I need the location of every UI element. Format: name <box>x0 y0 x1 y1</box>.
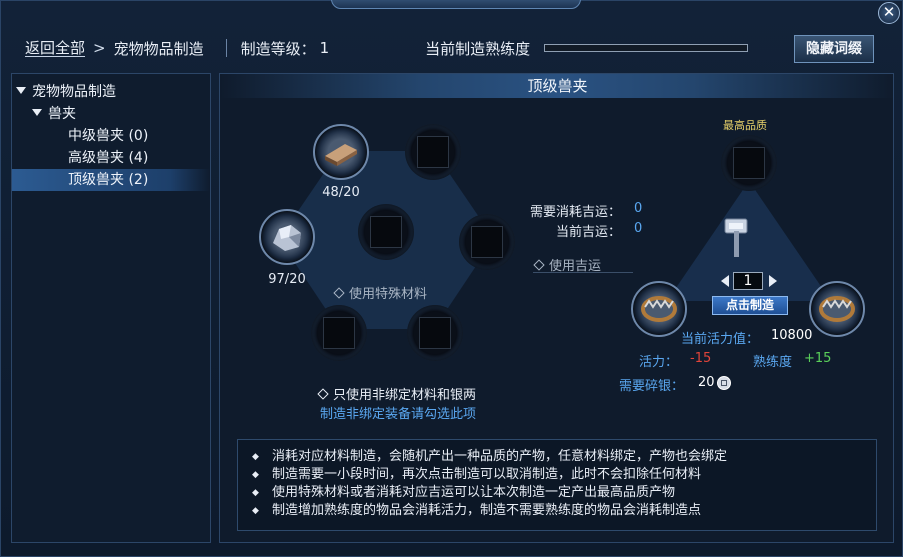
proficiency-gain-label: 熟练度 <box>753 355 793 370</box>
note-line: 制造增加熟练度的物品会消耗活力，制造不需要熟练度的物品会消耗制造点 <box>252 502 876 520</box>
vitality-label: 当前活力值： <box>681 332 760 347</box>
empty-slot <box>471 226 503 258</box>
special-material-slot[interactable] <box>358 204 414 260</box>
tree-item-mid-trap[interactable]: 中级兽夹 (0) <box>68 125 148 147</box>
breadcrumb-separator-icon: > <box>93 39 106 57</box>
expand-arrow-icon <box>16 87 26 94</box>
crafting-window: ✕ 返回全部 > 宠物物品制造 制造等级： 1 当前制造熟练度 隐藏词缀 宠物物… <box>0 0 903 557</box>
recipe-title: 顶级兽夹 <box>220 74 895 98</box>
ingot-icon <box>325 144 357 166</box>
silver-coin-icon <box>717 376 731 390</box>
tree-item-label: 高级兽夹 (4) <box>68 150 149 166</box>
silver-cost-label: 需要碎银： <box>619 379 685 394</box>
material-slot-ore[interactable] <box>259 209 315 265</box>
crafting-notes: 消耗对应材料制造，会随机产出一种品质的产物，任意材料绑定，产物也会绑定 制造需要… <box>237 439 877 531</box>
material-slot-ingot[interactable] <box>313 124 369 180</box>
craft-button[interactable]: 点击制造 <box>712 296 788 315</box>
unbound-hint: 制造非绑定装备请勾选此项 <box>320 407 477 422</box>
tree-item-high-trap[interactable]: 高级兽夹 (4) <box>68 147 148 169</box>
best-quality-label: 最高品质 <box>723 119 767 132</box>
hammer-icon <box>724 218 748 257</box>
material-count-ingot: 48/20 <box>322 185 360 200</box>
quantity-input[interactable]: 1 <box>733 272 763 290</box>
note-line: 消耗对应材料制造，会随机产出一种品质的产物，任意材料绑定，产物也会绑定 <box>252 448 876 466</box>
luck-consume-label: 需要消耗吉运： <box>529 205 621 220</box>
breadcrumb-current: 宠物物品制造 <box>113 39 204 58</box>
tree-item-pet-crafting[interactable]: 宠物物品制造 <box>16 81 116 103</box>
ore-icon <box>273 225 301 251</box>
trap-preview-left <box>631 281 687 337</box>
note-line: 使用特殊材料或者消耗对应吉运可以让本次制造一定产出最高品质产物 <box>252 484 876 502</box>
empty-slot <box>417 136 449 168</box>
tree-item-label: 兽夹 <box>48 106 76 122</box>
proficiency-label: 当前制造熟练度 <box>425 39 531 58</box>
vitality-value: 10800 <box>771 328 813 343</box>
tree-item-label: 顶级兽夹 (2) <box>68 172 149 188</box>
special-material-checkbox[interactable]: 使用特殊材料 <box>333 283 428 302</box>
checkbox-diamond-icon <box>333 287 345 299</box>
close-icon: ✕ <box>882 3 896 21</box>
empty-slot <box>419 317 451 349</box>
energy-cost-label: 活力： <box>639 355 679 370</box>
checkbox-diamond-icon <box>533 259 545 271</box>
special-material-label: 使用特殊材料 <box>349 287 428 302</box>
tree-item-label: 中级兽夹 (0) <box>68 128 149 144</box>
trap-preview-right <box>809 281 865 337</box>
expand-arrow-icon <box>32 109 42 116</box>
trap-icon <box>641 296 677 322</box>
material-count-ore: 97/20 <box>268 272 306 287</box>
recipe-tree: 宠物物品制造 兽夹 中级兽夹 (0) 高级兽夹 (4) 顶级兽夹 (2) <box>11 73 211 543</box>
tree-item-trap[interactable]: 兽夹 <box>32 103 76 125</box>
proficiency-bar <box>544 44 749 52</box>
quantity-decrease-button[interactable] <box>721 275 729 287</box>
silver-cost-value: 20 <box>698 375 715 390</box>
craft-level-value: 1 <box>319 39 330 57</box>
proficiency-gain-value: +15 <box>804 351 832 366</box>
close-button[interactable]: ✕ <box>878 2 900 24</box>
tree-item-label: 宠物物品制造 <box>32 84 116 100</box>
luck-current-label: 当前吉运： <box>555 225 621 240</box>
result-item[interactable] <box>717 213 757 261</box>
material-slot-empty[interactable] <box>407 305 463 361</box>
window-title-tab <box>331 0 581 9</box>
energy-cost-value: -15 <box>690 351 712 366</box>
checkbox-diamond-icon <box>317 388 329 400</box>
empty-slot <box>733 147 765 179</box>
empty-slot <box>370 216 402 248</box>
quantity-increase-button[interactable] <box>769 275 777 287</box>
back-to-all-link[interactable]: 返回全部 <box>25 40 86 57</box>
note-line: 制造需要一小段时间，再次点击制造可以取消制造，此时不会扣除任何材料 <box>252 466 876 484</box>
tree-item-top-trap[interactable]: 顶级兽夹 (2) <box>12 169 210 191</box>
craft-level-label: 制造等级： <box>240 39 316 58</box>
top-bar: 返回全部 > 宠物物品制造 制造等级： 1 当前制造熟练度 <box>11 31 894 65</box>
empty-slot <box>323 317 355 349</box>
hide-affix-button[interactable]: 隐藏词缀 <box>794 35 874 63</box>
material-slot-empty[interactable] <box>405 124 461 180</box>
divider <box>533 272 633 273</box>
unbound-only-label: 只使用非绑定材料和银两 <box>333 388 477 403</box>
trap-icon <box>819 296 855 322</box>
result-best-quality-slot[interactable] <box>721 135 777 191</box>
unbound-only-checkbox[interactable]: 只使用非绑定材料和银两 <box>317 384 477 403</box>
divider <box>225 39 227 57</box>
material-slot-empty[interactable] <box>311 305 367 361</box>
